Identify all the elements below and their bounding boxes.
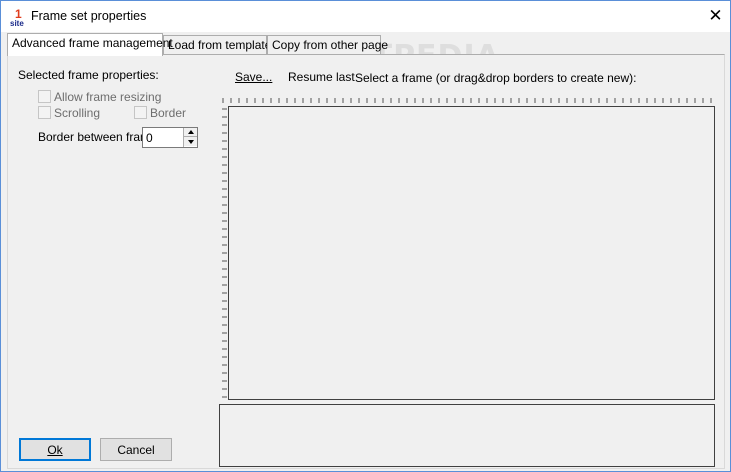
scrolling-checkbox[interactable] [38,106,51,119]
arrow-up-icon [187,130,194,134]
cancel-button[interactable]: Cancel [100,438,172,461]
spinner-buttons [183,128,197,147]
border-between-frame-value[interactable]: 0 [146,131,153,145]
close-button[interactable]: ✕ [701,1,730,31]
window-title: Frame set properties [31,9,147,23]
border-label: Border [150,106,187,120]
save-button[interactable]: Save... [235,70,272,84]
scrolling-label: Scrolling [54,106,101,120]
horizontal-ruler[interactable] [219,95,716,105]
frame-layout-canvas[interactable] [228,106,715,400]
border-checkbox[interactable] [134,106,147,119]
selected-frame-properties-label: Selected frame properties: [18,68,159,82]
resume-last-button[interactable]: Resume last [288,70,355,84]
close-icon: ✕ [708,6,723,25]
tab-advanced-frame-management[interactable]: Advanced frame management [7,33,173,56]
ok-button[interactable]: Ok [19,438,91,461]
border-between-frame-spinner[interactable]: 0 [142,127,198,148]
svg-text:site: site [10,19,24,27]
tab-copy-from-other-page[interactable]: Copy from other page [267,35,388,55]
allow-frame-resizing-checkbox[interactable] [38,90,51,103]
allow-frame-resizing-label: Allow frame resizing [54,90,162,104]
spinner-down-button[interactable] [184,137,197,146]
tab-load-from-template[interactable]: Load from template [163,35,271,55]
arrow-down-icon [187,139,194,144]
title-bar: 1 site Frame set properties ✕ [1,1,730,32]
dialog-window: 1 site Frame set properties ✕ SOFTPEDIA … [0,0,731,472]
cancel-button-label: Cancel [117,442,155,457]
frame-instruction-text: Select a frame (or drag&drop borders to … [355,71,637,85]
frame-preview-box [219,404,715,467]
spinner-up-button[interactable] [184,128,197,137]
app-logo-icon: 1 site [10,7,28,28]
ok-button-label: Ok [47,442,63,457]
border-between-frame-label: Border between frame [38,130,157,144]
